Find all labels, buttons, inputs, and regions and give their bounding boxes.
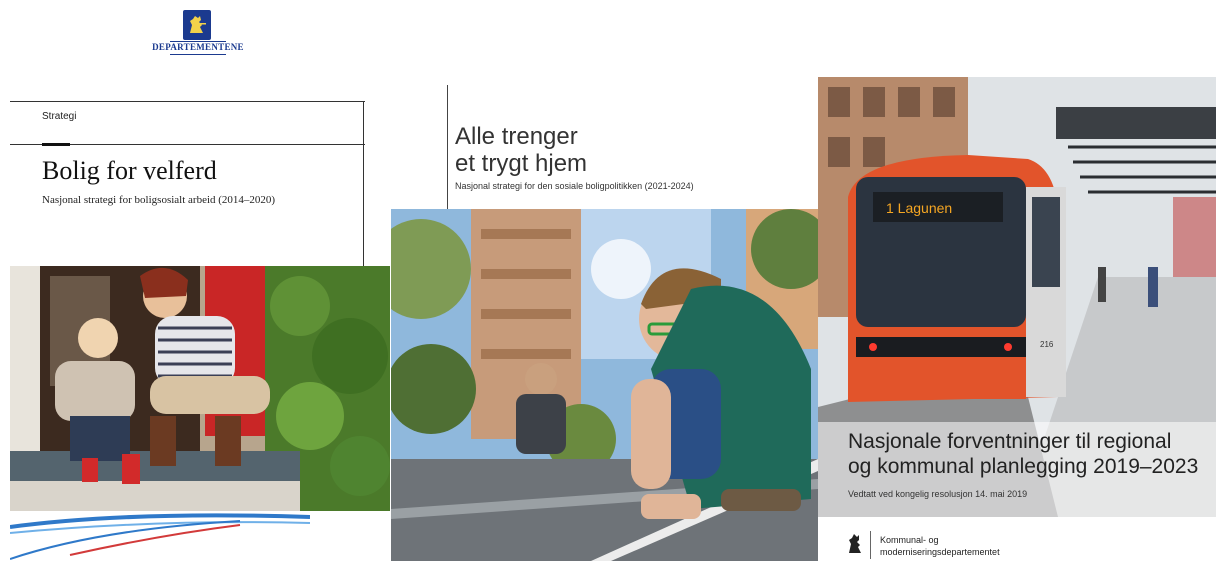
cover-subtitle: Nasjonal strategi for den sosiale boligp… <box>455 181 694 191</box>
cover-title: Nasjonale forventninger til regional og … <box>848 429 1198 479</box>
cover-side-rule <box>447 85 448 209</box>
cover-title: Bolig for velferd <box>42 156 217 185</box>
cover-subtitle: Vedtatt ved kongelig resolusjon 14. mai … <box>848 489 1028 499</box>
cover-alle-trenger: Alle trenger et trygt hjem Nasjonal stra… <box>391 85 818 561</box>
lion-icon <box>849 534 861 553</box>
cover-accent-bar <box>42 143 70 146</box>
departementene-logo: DEPARTEMENTENE <box>150 8 246 60</box>
cover-title-line-1: Alle trenger <box>455 123 578 150</box>
cover-title: Alle trenger et trygt hjem <box>455 123 587 177</box>
cover-bolig-for-velferd: Strategi Bolig for velferd Nasjonal stra… <box>10 101 390 561</box>
cover-top-rule <box>10 101 365 102</box>
cover-title-line-2: et trygt hjem <box>455 150 588 177</box>
ministry-signature: Kommunal- og moderniseringsdepartementet <box>846 529 1106 563</box>
logo-rule-bottom <box>170 54 226 55</box>
cover-nasjonale-forventninger: 1 Lagunen 216 Nasjonale forventninger ti… <box>818 77 1216 563</box>
cover-photo-mother-child <box>10 266 390 511</box>
ministry-name-line-1: Kommunal- og <box>880 535 939 545</box>
cover-title-line-1: Nasjonale forventninger til regional <box>848 430 1172 453</box>
cover-wave-graphic <box>10 513 310 560</box>
cover-title-line-2: og kommunal planlegging 2019–2023 <box>848 455 1199 478</box>
ministry-name-line-2: moderniseringsdepartementet <box>880 547 1000 557</box>
logo-text: DEPARTEMENTENE <box>152 42 244 52</box>
tram-destination-sign: 1 Lagunen <box>886 200 952 216</box>
cover-side-rule <box>363 101 364 266</box>
tram-number: 216 <box>1040 340 1054 349</box>
cover-photo-boy-chalk <box>391 209 818 561</box>
cover-subtitle: Nasjonal strategi for boligsosialt arbei… <box>42 194 276 206</box>
signature-divider <box>870 531 871 559</box>
cover-category-label: Strategi <box>42 111 77 122</box>
coat-of-arms-icon <box>183 10 211 40</box>
